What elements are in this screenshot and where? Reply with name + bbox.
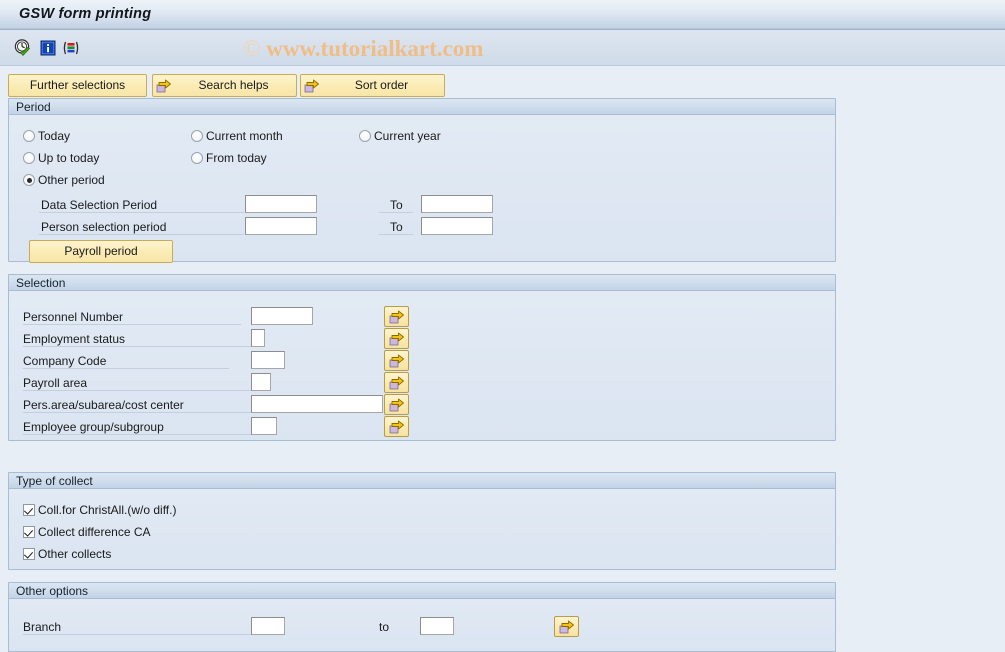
selection-screen-button-row: Further selections Search helps Sort ord… xyxy=(0,74,1005,98)
type-of-collect-panel: Type of collect Coll.for ChristAll.(w/o … xyxy=(8,472,836,570)
person-selection-period-label: Person selection period xyxy=(41,220,167,234)
radio-from-today-indicator xyxy=(191,152,203,164)
radio-current-month[interactable]: Current month xyxy=(191,129,283,143)
data-selection-period-to-input[interactable] xyxy=(421,195,493,213)
execute-clock-icon[interactable] xyxy=(13,38,33,58)
sort-order-label: Sort order xyxy=(354,78,409,92)
person-selection-period-from-input[interactable] xyxy=(245,217,317,235)
radio-current-year-label: Current year xyxy=(374,129,441,143)
search-helps-label: Search helps xyxy=(198,78,269,92)
field-underline xyxy=(379,212,413,213)
person-selection-period-to-label: To xyxy=(390,220,403,234)
checkbox-collect-difference-ca-indicator xyxy=(23,526,35,538)
other-options-panel: Other options Branch to xyxy=(8,582,836,652)
selection-panel-header: Selection xyxy=(9,275,835,291)
data-selection-period-to-label: To xyxy=(390,198,403,212)
branch-to-input[interactable] xyxy=(420,617,454,635)
field-underline xyxy=(23,434,251,435)
radio-today-label: Today xyxy=(38,129,71,143)
checkbox-coll-for-christall-indicator xyxy=(23,504,35,516)
pers-area-multiple-selection-button[interactable] xyxy=(384,394,409,415)
employment-status-multiple-selection-button[interactable] xyxy=(384,328,409,349)
checkbox-coll-for-christall[interactable]: Coll.for ChristAll.(w/o diff.) xyxy=(23,503,176,517)
company-code-input[interactable] xyxy=(251,351,285,369)
radio-today-indicator xyxy=(23,130,35,142)
company-code-label: Company Code xyxy=(23,354,107,368)
field-underline xyxy=(23,368,229,369)
radio-up-to-today-label: Up to today xyxy=(38,151,100,165)
radio-current-year-indicator xyxy=(359,130,371,142)
radio-other-period-label: Other period xyxy=(38,173,105,187)
period-panel-header: Period xyxy=(9,99,835,115)
checkbox-other-collects-indicator xyxy=(23,548,35,560)
field-underline xyxy=(23,324,241,325)
pers-area-subarea-cost-center-input[interactable] xyxy=(251,395,383,413)
checkbox-other-collects[interactable]: Other collects xyxy=(23,547,111,561)
checkbox-coll-for-christall-label: Coll.for ChristAll.(w/o diff.) xyxy=(38,503,177,517)
window-title-bar: GSW form printing xyxy=(0,0,1005,30)
field-underline xyxy=(23,634,251,635)
radio-other-period-indicator xyxy=(23,174,35,186)
radio-current-year[interactable]: Current year xyxy=(359,129,441,143)
field-underline xyxy=(379,234,413,235)
employment-status-input[interactable] xyxy=(251,329,265,347)
branch-from-input[interactable] xyxy=(251,617,285,635)
radio-from-today[interactable]: From today xyxy=(191,151,267,165)
radio-current-month-indicator xyxy=(191,130,203,142)
field-underline xyxy=(23,412,251,413)
type-of-collect-panel-header: Type of collect xyxy=(9,473,835,489)
radio-current-month-label: Current month xyxy=(206,129,283,143)
radio-from-today-label: From today xyxy=(206,151,267,165)
checkbox-other-collects-label: Other collects xyxy=(38,547,112,561)
checkbox-collect-difference-ca[interactable]: Collect difference CA xyxy=(23,525,151,539)
data-selection-period-label: Data Selection Period xyxy=(41,198,158,212)
payroll-area-input[interactable] xyxy=(251,373,271,391)
branch-to-label: to xyxy=(379,620,390,634)
personnel-number-label: Personnel Number xyxy=(23,310,124,324)
radio-today[interactable]: Today xyxy=(23,129,70,143)
other-options-panel-header: Other options xyxy=(9,583,835,599)
payroll-area-label: Payroll area xyxy=(23,376,88,390)
variant-icon[interactable] xyxy=(61,38,81,58)
branch-label: Branch xyxy=(23,620,62,634)
data-selection-period-from-input[interactable] xyxy=(245,195,317,213)
radio-up-to-today-indicator xyxy=(23,152,35,164)
payroll-period-button[interactable]: Payroll period xyxy=(29,240,173,263)
radio-up-to-today[interactable]: Up to today xyxy=(23,151,99,165)
period-panel: Period Today Current month Current year … xyxy=(8,98,836,263)
arrow-right-folder-icon xyxy=(304,78,320,94)
sort-order-button[interactable]: Sort order xyxy=(300,74,445,97)
employee-group-subgroup-input[interactable] xyxy=(251,417,277,435)
personnel-number-multiple-selection-button[interactable] xyxy=(384,306,409,327)
information-icon[interactable] xyxy=(38,38,58,58)
field-underline xyxy=(23,346,251,347)
employment-status-label: Employment status xyxy=(23,332,126,346)
person-selection-period-to-input[interactable] xyxy=(421,217,493,235)
personnel-number-input[interactable] xyxy=(251,307,313,325)
window-title: GSW form printing xyxy=(19,6,152,22)
employee-group-multiple-selection-button[interactable] xyxy=(384,416,409,437)
payroll-area-multiple-selection-button[interactable] xyxy=(384,372,409,393)
field-underline xyxy=(39,234,244,235)
further-selections-button[interactable]: Further selections xyxy=(8,74,147,97)
radio-other-period[interactable]: Other period xyxy=(23,173,105,187)
company-code-multiple-selection-button[interactable] xyxy=(384,350,409,371)
search-helps-button[interactable]: Search helps xyxy=(152,74,297,97)
field-underline xyxy=(23,390,251,391)
selection-panel: Selection Personnel Number Employment st… xyxy=(8,274,836,441)
employee-group-subgroup-label: Employee group/subgroup xyxy=(23,420,164,434)
arrow-right-folder-icon xyxy=(156,78,172,94)
pers-area-subarea-cost-center-label: Pers.area/subarea/cost center xyxy=(23,398,184,412)
field-underline xyxy=(39,212,244,213)
checkbox-collect-difference-ca-label: Collect difference CA xyxy=(38,525,151,539)
application-toolbar xyxy=(0,30,1005,66)
